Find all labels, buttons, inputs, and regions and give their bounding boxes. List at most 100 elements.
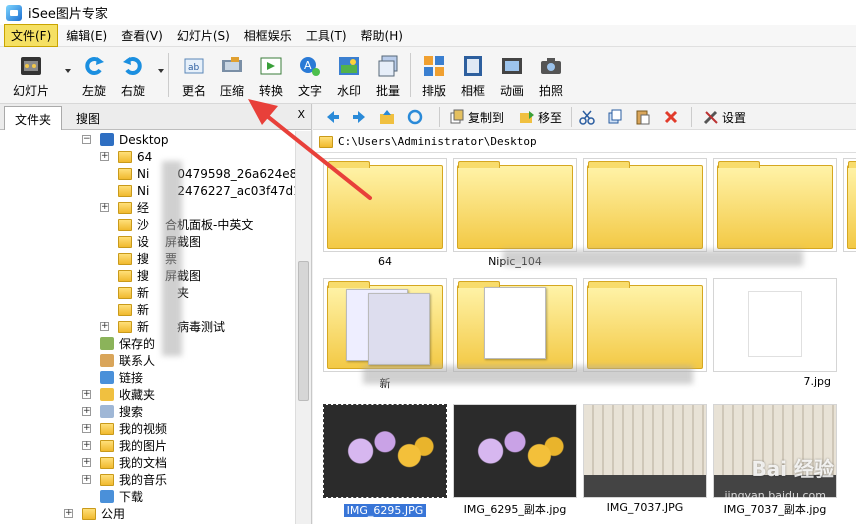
menu-slideshow[interactable]: 幻灯片(S) — [171, 25, 236, 46]
expand-icon[interactable]: + — [64, 509, 73, 518]
thumbnail-item[interactable] — [583, 158, 707, 255]
expand-icon[interactable]: + — [100, 203, 109, 212]
watermark-button[interactable]: 水印 — [329, 53, 369, 99]
tree-item[interactable]: 经 — [118, 199, 149, 216]
expand-icon[interactable]: + — [82, 475, 91, 484]
folder-icon — [118, 286, 132, 299]
svg-text:A: A — [304, 59, 312, 72]
rename-button[interactable]: ab 更名 — [174, 53, 214, 99]
slideshow-button[interactable]: 幻灯片 — [8, 53, 54, 99]
animation-button[interactable]: 动画 — [492, 53, 532, 99]
tree-item-favorites[interactable]: 收藏夹 — [100, 386, 155, 403]
expand-icon[interactable]: + — [82, 424, 91, 433]
folder-icon — [327, 161, 443, 249]
folder-panel: 文件夹 搜图 X − Desktop + 64 Ni 0479598_26a624… — [0, 104, 312, 524]
expand-icon[interactable]: + — [82, 390, 91, 399]
move-to-button[interactable]: 移至 — [519, 107, 562, 127]
back-button[interactable] — [325, 107, 344, 127]
up-folder-button[interactable] — [379, 107, 398, 127]
tree-item-downloads[interactable]: 下载 — [100, 488, 143, 505]
photo-preview — [584, 405, 706, 497]
expand-icon[interactable]: + — [82, 407, 91, 416]
tree-item[interactable]: Ni2476227_ac03f47d18e — [118, 182, 296, 199]
convert-button[interactable]: 转换 — [251, 53, 291, 99]
batch-label: 批量 — [375, 84, 400, 98]
thumbnail-item[interactable]: IMG_6295_副本.jpg — [453, 404, 577, 517]
expand-icon[interactable]: + — [82, 458, 91, 467]
rename-icon: ab — [184, 58, 204, 74]
arrow-right-icon — [353, 111, 365, 123]
tree-item-contacts[interactable]: 联系人 — [100, 352, 155, 369]
thumbnail-item[interactable]: 7.jpg — [713, 278, 837, 388]
duplicate-icon — [608, 109, 622, 124]
rotate-right-label: 右旋 — [120, 84, 145, 98]
folder-icon — [847, 161, 856, 249]
tree-item[interactable]: 沙合机面板-中英文 — [118, 216, 253, 233]
close-panel-button[interactable]: X — [297, 108, 305, 121]
rotate-left-button[interactable]: 左旋 — [74, 53, 114, 99]
thumbnail-item[interactable]: IMG_6295.JPG — [323, 404, 447, 520]
thumbnail-item[interactable] — [453, 278, 577, 375]
rotate-dropdown-icon[interactable] — [158, 69, 164, 73]
settings-button[interactable]: 设置 — [703, 107, 746, 127]
tree-item-links[interactable]: 链接 — [100, 369, 143, 386]
batch-button[interactable]: 批量 — [368, 53, 408, 99]
forward-button[interactable] — [351, 107, 370, 127]
tab-folders[interactable]: 文件夹 — [4, 106, 63, 130]
tools-icon — [703, 110, 718, 125]
paste-button[interactable] — [635, 107, 654, 127]
tree-item-my-pictures[interactable]: 我的图片 — [100, 437, 167, 454]
folder-icon — [457, 161, 573, 249]
tree-item[interactable]: 64 — [118, 148, 152, 165]
tree-item-my-music[interactable]: 我的音乐 — [100, 471, 167, 488]
compress-button[interactable]: 压缩 — [212, 53, 252, 99]
tree-item-my-documents[interactable]: 我的文档 — [100, 454, 167, 471]
expand-icon[interactable]: + — [100, 322, 109, 331]
watermark-label: 水印 — [336, 84, 361, 98]
rotate-right-button[interactable]: 右旋 — [113, 53, 153, 99]
address-bar[interactable]: C:\Users\Administrator\Desktop — [313, 131, 856, 153]
expand-icon[interactable]: + — [82, 441, 91, 450]
rotate-right-icon — [123, 57, 142, 75]
thumbnail-item[interactable]: 沙 — [843, 158, 856, 271]
copy-to-button[interactable]: 复制到 — [449, 107, 504, 127]
frame-button[interactable]: 相框 — [453, 53, 493, 99]
tree-item[interactable]: Ni0479598_26a624e8a07 — [118, 165, 296, 182]
tree-item[interactable]: 设屏截图 — [118, 233, 201, 250]
tab-search-images[interactable]: 搜图 — [66, 106, 110, 130]
text-button[interactable]: A 文字 — [290, 53, 330, 99]
tree-item[interactable]: 新 — [118, 301, 149, 318]
folder-icon — [118, 201, 132, 214]
delete-button[interactable] — [663, 107, 682, 127]
thumbnail-item[interactable]: IMG_7037.JPG — [583, 404, 707, 514]
scrollbar-thumb[interactable] — [298, 261, 309, 401]
menu-edit[interactable]: 编辑(E) — [60, 25, 113, 46]
menu-tools[interactable]: 工具(T) — [300, 25, 353, 46]
slideshow-dropdown-icon[interactable] — [65, 69, 71, 73]
menu-file[interactable]: 文件(F) — [4, 24, 59, 47]
toolbar-separator — [410, 53, 411, 97]
text-label: 文字 — [297, 84, 322, 98]
thumbnail-item[interactable] — [713, 158, 837, 255]
tree-item[interactable]: 搜屏截图 — [118, 267, 201, 284]
menu-view[interactable]: 查看(V) — [115, 25, 169, 46]
tree-item-desktop[interactable]: Desktop — [100, 131, 169, 148]
tree-item-searches[interactable]: 搜索 — [100, 403, 143, 420]
tree-scrollbar[interactable] — [295, 131, 311, 524]
thumbnail-item[interactable]: 64 — [323, 158, 447, 268]
thumbnail-item[interactable] — [583, 278, 707, 375]
capture-label: 拍照 — [538, 84, 563, 98]
menu-help[interactable]: 帮助(H) — [355, 25, 409, 46]
contacts-icon — [100, 354, 114, 367]
tree-item-saved-games[interactable]: 保存的 — [100, 335, 155, 352]
capture-button[interactable]: 拍照 — [531, 53, 571, 99]
tree-item-my-videos[interactable]: 我的视频 — [100, 420, 167, 437]
tree-item-public[interactable]: 公用 — [82, 505, 125, 522]
cut-button[interactable] — [579, 107, 598, 127]
copy-button[interactable] — [607, 107, 626, 127]
expand-icon[interactable]: + — [100, 152, 109, 161]
collapse-icon[interactable]: − — [82, 135, 91, 144]
menu-frame-fun[interactable]: 相框娱乐 — [238, 25, 298, 46]
layout-button[interactable]: 排版 — [414, 53, 454, 99]
refresh-button[interactable] — [407, 107, 426, 127]
